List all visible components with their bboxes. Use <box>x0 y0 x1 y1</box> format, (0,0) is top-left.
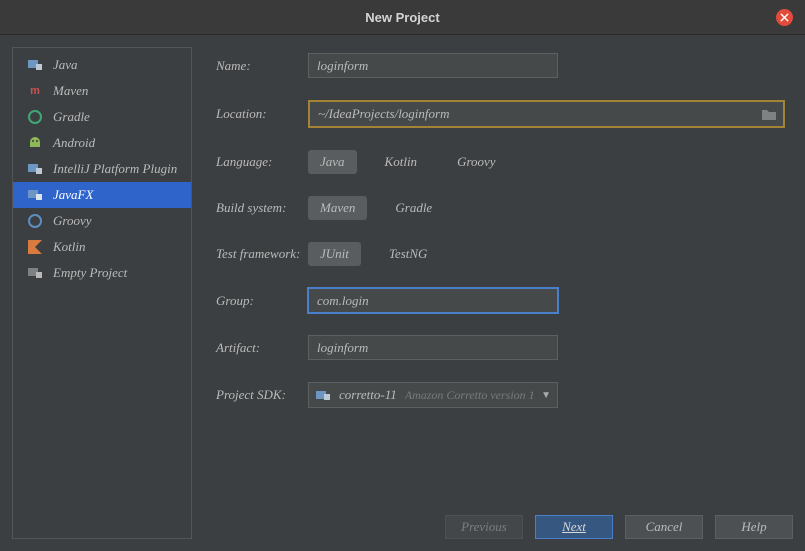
sidebar-item-label: JavaFX <box>53 187 93 203</box>
javafx-icon <box>27 187 43 203</box>
sidebar-item-intellij-plugin[interactable]: IntelliJ Platform Plugin <box>13 156 191 182</box>
sidebar-item-label: IntelliJ Platform Plugin <box>53 161 177 177</box>
language-option-kotlin[interactable]: Kotlin <box>373 150 430 174</box>
artifact-label: Artifact: <box>216 340 308 356</box>
cancel-button[interactable]: Cancel <box>625 515 703 539</box>
sidebar-item-empty-project[interactable]: Empty Project <box>13 260 191 286</box>
group-input[interactable] <box>308 288 558 313</box>
form-panel: Name: Location: ~/IdeaProjects/loginform… <box>192 35 805 551</box>
previous-button[interactable]: Previous <box>445 515 523 539</box>
folder-icon[interactable] <box>761 107 777 121</box>
dialog-footer: Previous Next Cancel Help <box>445 515 793 539</box>
test-option-junit[interactable]: JUnit <box>308 242 361 266</box>
close-button[interactable] <box>776 9 793 26</box>
help-button[interactable]: Help <box>715 515 793 539</box>
language-label: Language: <box>216 154 308 170</box>
sdk-selected-sub: Amazon Corretto version 1 <box>405 388 533 403</box>
build-system-label: Build system: <box>216 200 308 216</box>
chevron-down-icon: ▼ <box>541 390 551 401</box>
dialog-content: Java m Maven Gradle Android IntelliJ Pla… <box>0 35 805 551</box>
sidebar-item-label: Empty Project <box>53 265 127 281</box>
groovy-icon <box>27 213 43 229</box>
group-label: Group: <box>216 293 308 309</box>
sidebar-item-label: Groovy <box>53 213 92 229</box>
sidebar-item-label: Kotlin <box>53 239 86 255</box>
location-label: Location: <box>216 106 308 122</box>
sidebar-item-label: Gradle <box>53 109 90 125</box>
sdk-icon <box>315 389 331 401</box>
plugin-icon <box>27 161 43 177</box>
sidebar-item-maven[interactable]: m Maven <box>13 78 191 104</box>
project-sdk-label: Project SDK: <box>216 387 308 403</box>
test-framework-label: Test framework: <box>216 246 308 262</box>
location-value: ~/IdeaProjects/loginform <box>318 106 761 122</box>
titlebar: New Project <box>0 0 805 35</box>
language-option-groovy[interactable]: Groovy <box>445 150 508 174</box>
java-icon <box>27 57 43 73</box>
close-icon <box>780 13 789 22</box>
test-option-testng[interactable]: TestNG <box>377 242 440 266</box>
sidebar-item-gradle[interactable]: Gradle <box>13 104 191 130</box>
language-option-java[interactable]: Java <box>308 150 357 174</box>
artifact-input[interactable] <box>308 335 558 360</box>
sidebar-item-groovy[interactable]: Groovy <box>13 208 191 234</box>
gradle-icon <box>27 109 43 125</box>
window-title: New Project <box>365 10 439 25</box>
project-sdk-dropdown[interactable]: corretto-11 Amazon Corretto version 1 ▼ <box>308 382 558 408</box>
project-type-sidebar: Java m Maven Gradle Android IntelliJ Pla… <box>12 47 192 539</box>
build-option-maven[interactable]: Maven <box>308 196 367 220</box>
kotlin-icon <box>27 239 43 255</box>
name-label: Name: <box>216 58 308 74</box>
name-input[interactable] <box>308 53 558 78</box>
next-button[interactable]: Next <box>535 515 613 539</box>
sidebar-item-label: Android <box>53 135 95 151</box>
android-icon <box>27 135 43 151</box>
sidebar-item-kotlin[interactable]: Kotlin <box>13 234 191 260</box>
sidebar-item-javafx[interactable]: JavaFX <box>13 182 191 208</box>
sidebar-item-java[interactable]: Java <box>13 52 191 78</box>
sidebar-item-label: Java <box>53 57 78 73</box>
sdk-selected-name: corretto-11 <box>339 387 397 403</box>
empty-icon <box>27 265 43 281</box>
maven-icon: m <box>27 83 43 99</box>
build-option-gradle[interactable]: Gradle <box>383 196 444 220</box>
sidebar-item-android[interactable]: Android <box>13 130 191 156</box>
location-input[interactable]: ~/IdeaProjects/loginform <box>308 100 785 128</box>
sidebar-item-label: Maven <box>53 83 88 99</box>
